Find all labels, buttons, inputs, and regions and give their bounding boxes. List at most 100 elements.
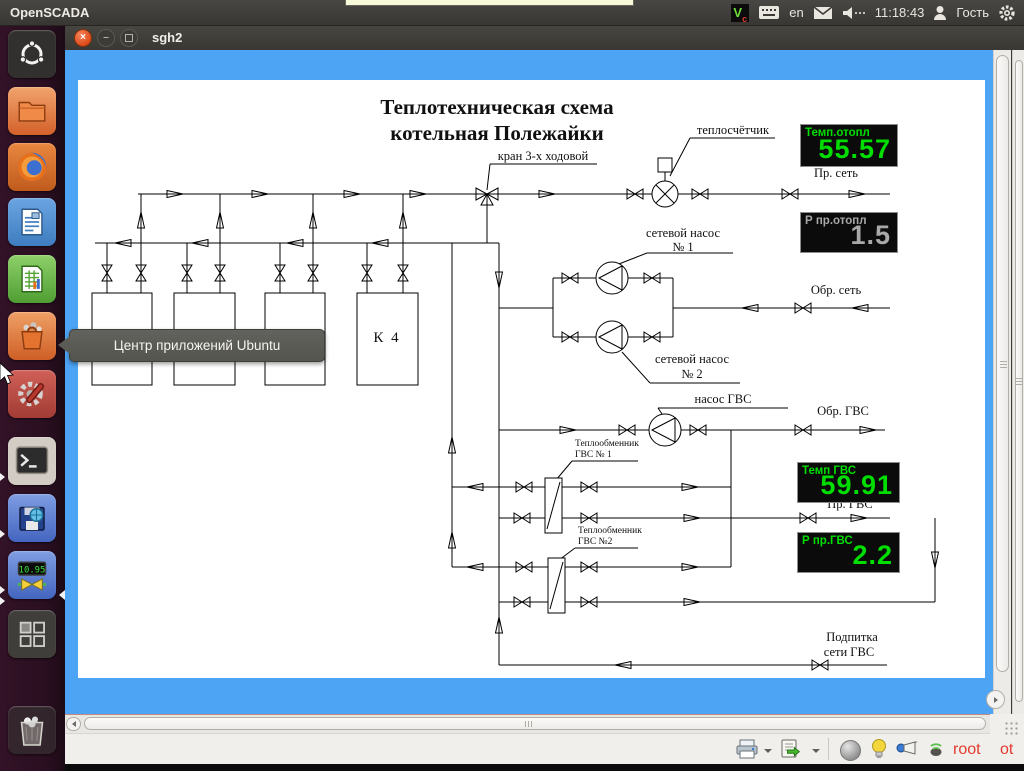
alarm-horn-icon[interactable] <box>895 738 919 758</box>
keyboard-icon[interactable] <box>758 5 780 20</box>
mail-icon[interactable] <box>813 6 833 20</box>
firefox-icon <box>14 149 50 185</box>
schematic-title-line1: Теплотехническая схема <box>380 95 614 119</box>
window-minimize-button[interactable]: – <box>97 29 115 47</box>
label-3way-valve: кран 3-х ходовой <box>498 149 589 163</box>
vnc-icon[interactable]: Vc <box>731 4 749 22</box>
shopping-bag-icon <box>15 319 49 353</box>
display-temp-gvs: Темп ГВС 59.91 <box>797 462 900 503</box>
system-tray: Vc en 11:18:43 Гость <box>731 4 1024 22</box>
workspace-switcher-launcher[interactable] <box>8 610 56 658</box>
display-p-pr-gvs: Р пр.ГВС 2.2 <box>797 532 900 573</box>
libreoffice-writer-launcher[interactable] <box>8 198 56 246</box>
user-menu[interactable]: Гость <box>956 5 989 20</box>
trash-icon <box>14 711 50 749</box>
label-net-pump1-num: № 1 <box>672 240 693 254</box>
label-makeup-line1: Подпитка <box>826 630 878 644</box>
terminal-icon <box>13 444 51 478</box>
trash-launcher[interactable] <box>8 706 56 754</box>
window-title: sgh2 <box>152 30 182 45</box>
outer-vertical-scrollbar[interactable] <box>1012 50 1024 764</box>
label-net-pump2: сетевой насос <box>655 352 729 366</box>
display-p-pr-otopl: Р пр.отопл 1.5 <box>800 212 898 253</box>
writer-document-icon <box>15 205 49 239</box>
openscada-vision-launcher[interactable]: 10.95 <box>8 551 56 599</box>
mimic-canvas[interactable]: Теплотехническая схема котельная Полежай… <box>78 80 985 678</box>
label-net-pump2-num: № 2 <box>681 367 702 381</box>
svg-text:10.95: 10.95 <box>19 565 46 575</box>
thermal-schematic: Теплотехническая схема котельная Полежай… <box>78 80 985 678</box>
workspaces-icon <box>15 617 49 651</box>
openscada-vision-running-indicator <box>0 586 5 594</box>
label-hx1-num: ГВС № 1 <box>575 450 612 460</box>
label-hx1: Теплообменник <box>575 438 639 449</box>
unity-launcher: 10.95 <box>0 25 65 771</box>
keyboard-layout-indicator[interactable]: en <box>789 5 803 20</box>
inner-vertical-scrollbar-thumb[interactable] <box>996 55 1009 672</box>
files-launcher[interactable] <box>8 87 56 135</box>
schematic-title-line2: котельная Полежайки <box>390 121 603 145</box>
folder-icon <box>15 94 49 128</box>
user-icon <box>933 5 947 20</box>
calc-spreadsheet-icon <box>15 262 49 296</box>
software-center-launcher[interactable] <box>8 312 56 360</box>
label-supply-net: Пр. сеть <box>814 166 858 180</box>
panel-clock[interactable]: 11:18:43 <box>875 5 925 20</box>
terminal-running-indicator <box>0 473 5 481</box>
desktop-bottom-strip <box>65 764 1024 771</box>
gear-wrench-icon <box>14 376 50 412</box>
launcher-tooltip: Центр приложений Ubuntu <box>69 329 325 362</box>
dash-home-button[interactable] <box>8 30 56 78</box>
heat-exchangers <box>545 478 565 613</box>
state-sphere-icon[interactable] <box>840 740 861 761</box>
toolbar-separator <box>828 738 829 760</box>
background-window-edge <box>345 0 634 6</box>
inner-vertical-scrollbar[interactable] <box>993 50 1011 714</box>
pump-icon <box>596 321 628 353</box>
floppy-globe-icon <box>14 500 50 536</box>
heat-meter-icon <box>652 158 678 207</box>
export-icon[interactable] <box>779 738 803 760</box>
print-icon[interactable] <box>735 738 759 760</box>
display-value: 59.91 <box>820 470 893 501</box>
export-menu-caret[interactable] <box>812 749 820 753</box>
left-arrow-icon <box>72 721 76 727</box>
volume-icon[interactable] <box>842 6 866 20</box>
display-value: 1.5 <box>850 220 891 251</box>
alarm-lamp-icon[interactable] <box>871 738 887 761</box>
label-makeup-line2: сети ГВС <box>824 645 874 659</box>
vision-statusbar: root <box>65 733 990 765</box>
label-leaders <box>487 138 788 560</box>
openscada-vision-focused-indicator <box>59 590 65 600</box>
outer-vertical-scrollbar-thumb[interactable] <box>1015 60 1023 702</box>
clipped-user-label: ot <box>1000 741 1013 759</box>
display-temp-otopl: Темп.отопл 55.57 <box>800 124 898 167</box>
scroll-left-button[interactable] <box>66 717 81 731</box>
alarm-sound-icon[interactable] <box>927 738 949 758</box>
label-hx2: Теплообменник <box>578 525 642 536</box>
terminal-launcher[interactable] <box>8 437 56 485</box>
mouse-cursor <box>0 362 16 388</box>
libreoffice-calc-launcher[interactable] <box>8 255 56 303</box>
pump-icon <box>649 414 681 446</box>
label-return-net: Обр. сеть <box>811 283 862 297</box>
scrollbar-step-button[interactable] <box>986 690 1005 709</box>
label-return-gvs: Обр. ГВС <box>817 404 869 418</box>
resize-grip[interactable] <box>1004 721 1019 736</box>
window-titlebar[interactable]: × – sgh2 <box>65 25 1024 50</box>
print-menu-caret[interactable] <box>764 749 772 753</box>
horizontal-scrollbar[interactable] <box>65 714 990 734</box>
vision-valve-display-icon: 10.95 <box>13 556 51 594</box>
label-net-pump1: сетевой насос <box>646 226 720 240</box>
window-close-button[interactable]: × <box>74 29 92 47</box>
session-gear-icon[interactable] <box>998 4 1016 22</box>
statusbar-corner: ot <box>990 714 1024 764</box>
firefox-launcher[interactable] <box>8 143 56 191</box>
openscada-config-launcher[interactable] <box>8 494 56 542</box>
openscada-vision-window: × – sgh2 <box>65 25 1024 764</box>
current-user-label[interactable]: root <box>953 741 981 759</box>
window-maximize-button[interactable] <box>120 29 138 47</box>
label-gvs-pump: насос ГВС <box>695 392 752 406</box>
horizontal-scrollbar-thumb[interactable] <box>84 717 986 730</box>
panel-app-name: OpenSCADA <box>0 5 89 20</box>
